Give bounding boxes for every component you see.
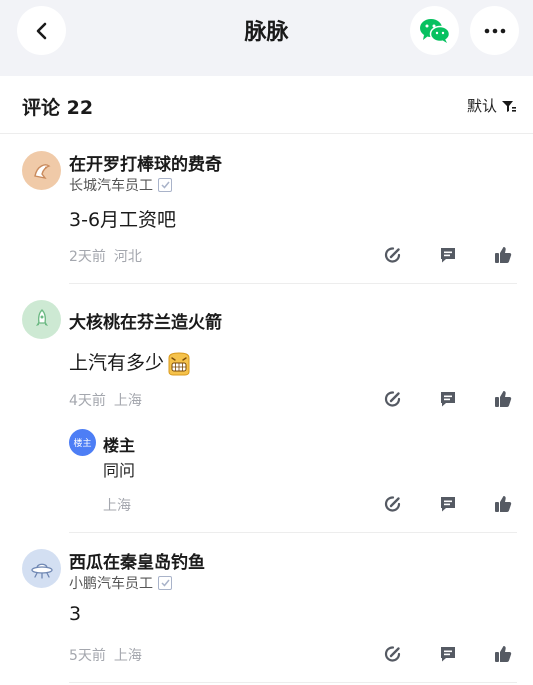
username[interactable]: 在开罗打棒球的费奇: [69, 150, 222, 175]
like-icon: [495, 247, 512, 263]
edit-button[interactable]: [382, 388, 404, 410]
divider: [69, 283, 517, 284]
comment-icon: [441, 647, 455, 662]
company-name: 长城汽车员工: [69, 178, 153, 194]
wechat-icon: [419, 18, 450, 43]
grimace-emoji-icon: [166, 351, 192, 376]
more-button[interactable]: [470, 6, 519, 55]
avatar[interactable]: [22, 151, 61, 190]
like-button[interactable]: [492, 388, 514, 410]
edit-button[interactable]: [382, 493, 404, 515]
comment-location: 上海: [113, 393, 142, 409]
like-icon: [495, 391, 512, 407]
comment-location: 河北: [113, 249, 142, 265]
comment-meta: 4天前 上海: [69, 390, 142, 410]
comment-meta: 5天前 上海: [69, 645, 142, 665]
comment-content: 上汽有多少: [69, 348, 192, 376]
company-name: 小鹏汽车员工: [69, 576, 153, 592]
verified-icon: [158, 576, 172, 590]
reply-button[interactable]: [437, 493, 459, 515]
edit-icon: [384, 496, 401, 512]
reply-button[interactable]: [437, 643, 459, 665]
like-icon: [495, 646, 512, 662]
reply-button[interactable]: [437, 244, 459, 266]
edit-icon: [384, 646, 401, 662]
edit-icon: [384, 247, 401, 263]
filter-sort-icon: [502, 100, 516, 112]
comment-count-label: 评论: [22, 97, 61, 119]
top-bar: 脉脉: [0, 0, 533, 76]
reply-location: 上海: [103, 498, 131, 514]
divider: [69, 532, 517, 533]
company-label: 小鹏汽车员工: [69, 573, 172, 593]
edit-button[interactable]: [382, 643, 404, 665]
comment-count-value: 22: [66, 97, 94, 119]
username[interactable]: 大核桃在芬兰造火箭: [69, 308, 222, 333]
comment-time: 4天前: [69, 393, 106, 409]
reply-avatar[interactable]: 楼主: [69, 429, 96, 456]
avatar-rocket-icon: [35, 308, 48, 326]
comment-location: 上海: [113, 648, 142, 664]
sort-label: 默认: [466, 97, 497, 115]
like-icon: [495, 496, 512, 512]
divider: [69, 682, 517, 683]
like-button[interactable]: [492, 244, 514, 266]
company-label: 长城汽车员工: [69, 175, 172, 195]
comment-time: 5天前: [69, 648, 106, 664]
like-button[interactable]: [492, 493, 514, 515]
comment-icon: [441, 248, 455, 263]
comment-content: 3: [69, 603, 82, 625]
comment-icon: [441, 392, 455, 407]
comment-count: 评论 22: [22, 93, 93, 120]
reply-username[interactable]: 楼主: [103, 432, 135, 456]
username[interactable]: 西瓜在秦皇岛钓鱼: [69, 548, 205, 573]
comment-meta: 2天前 河北: [69, 246, 142, 266]
reply-content: 同问: [103, 461, 136, 480]
sort-button[interactable]: 默认: [467, 95, 517, 116]
comment-time: 2天前: [69, 249, 106, 265]
edit-icon: [384, 391, 401, 407]
avatar-dolphin-icon: [33, 163, 50, 179]
verified-icon: [158, 178, 172, 192]
comment-content: 3-6月工资吧: [69, 209, 177, 231]
comment-text: 上汽有多少: [69, 352, 165, 374]
avatar-ufo-icon: [30, 563, 53, 579]
edit-button[interactable]: [382, 244, 404, 266]
avatar[interactable]: [22, 549, 61, 588]
like-button[interactable]: [492, 643, 514, 665]
comment-icon: [441, 497, 455, 512]
comments-header: 评论 22 默认: [0, 76, 533, 134]
wechat-share-button[interactable]: [410, 6, 459, 55]
avatar[interactable]: [22, 300, 61, 339]
more-dots-icon: [484, 28, 505, 33]
reply-button[interactable]: [437, 388, 459, 410]
